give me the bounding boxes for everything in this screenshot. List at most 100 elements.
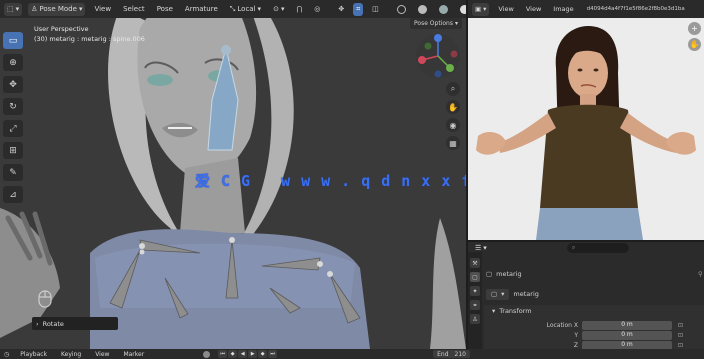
location-y-field[interactable]: 0 m [582, 331, 672, 340]
shading-rendered[interactable] [457, 3, 466, 16]
shading-material[interactable] [436, 3, 451, 16]
playback-controls: ⏮ ◆ ◀ ▶ ◆ ⏭ [218, 350, 278, 358]
clock-icon[interactable]: ◷ [4, 351, 9, 358]
pan-button[interactable]: ✋ [446, 100, 460, 114]
image-editor[interactable]: ▣ ▾ View View Image d4094d4a4f7f1e5f86e2f… [468, 0, 704, 240]
record-icon[interactable] [203, 350, 211, 358]
play-reverse-button[interactable]: ◀ [238, 350, 248, 358]
image-zoom-button[interactable]: + [688, 22, 701, 35]
end-frame-field[interactable]: End 210 [433, 350, 470, 358]
scale-icon: ⤢ [9, 123, 17, 134]
menu-marker[interactable]: Marker [120, 348, 147, 359]
shading-solid-active[interactable] [415, 3, 430, 16]
tab-object[interactable]: ▢ [470, 272, 480, 282]
select-box-tool[interactable]: ▭ [3, 32, 23, 49]
datablock-name[interactable]: metarig [513, 290, 538, 298]
overlay-toggle[interactable]: ⌗ [353, 2, 364, 16]
navigation-gizmo[interactable] [414, 32, 462, 80]
properties-header: ☰ ▾ ⌕ [468, 242, 704, 254]
properties-search-input[interactable]: ⌕ [566, 243, 629, 253]
image-pan-button[interactable]: ✋ [688, 38, 701, 51]
next-key-button[interactable]: ◆ [258, 350, 268, 358]
zoom-icon: + [691, 24, 698, 33]
play-icon: ▶ [250, 351, 255, 357]
menu-select[interactable]: Select [120, 3, 148, 16]
ortho-toggle-button[interactable]: ▦ [446, 136, 460, 150]
menu-pose[interactable]: Pose [154, 3, 176, 16]
tab-constraint[interactable]: ⚭ [470, 300, 480, 310]
play-button[interactable]: ▶ [248, 350, 258, 358]
jump-start-button[interactable]: ⏮ [218, 350, 228, 358]
transform-panel-header[interactable]: ▾ Transform [492, 307, 532, 315]
pose-options-button[interactable]: Pose Options ▾ [410, 18, 462, 29]
perspective-label: User Perspective [34, 25, 89, 33]
last-operator-panel[interactable]: › Rotate [32, 317, 118, 330]
location-z-row: Z 0 m ⊡ [524, 341, 704, 349]
end-value: 210 [454, 350, 466, 358]
lock-icon[interactable]: ⊡ [678, 342, 683, 349]
mode-dropdown[interactable]: ♙ Pose Mode ▾ [28, 2, 86, 16]
object-icon: ▢ [472, 273, 478, 281]
x-axis-handle [418, 56, 426, 64]
transform-space-label: Local [237, 5, 256, 13]
menu-view-2[interactable]: View [523, 3, 544, 16]
editor-type-button[interactable]: ⬚ ▾ [4, 2, 23, 16]
lock-icon[interactable]: ⊡ [678, 322, 683, 329]
properties-editor[interactable]: ☰ ▾ ⌕ ⚒ ▢ ✦ ⚭ ♙ ▢ metarig ⚲ ▢ ▾ metarig ▾ … [468, 242, 704, 349]
tab-data[interactable]: ♙ [470, 314, 480, 324]
solid-icon [417, 4, 427, 14]
image-name-field[interactable]: d4094d4a4f7f1e5f86e2f8b0e3d1ba [587, 6, 685, 12]
menu-armature[interactable]: Armature [182, 3, 221, 16]
material-icon [438, 4, 448, 14]
datablock-selector[interactable]: ▢ ▾ [486, 288, 510, 300]
location-y-label: Y [574, 332, 578, 339]
jump-end-icon: ⏭ [270, 351, 275, 357]
tab-tool[interactable]: ⚒ [470, 258, 480, 268]
menu-view[interactable]: View [495, 3, 516, 16]
menu-view[interactable]: View [91, 3, 114, 16]
pivot-button[interactable]: ⊙ ▾ [270, 3, 287, 16]
proportional-button[interactable]: ◎ [311, 3, 323, 16]
menu-image[interactable]: Image [550, 3, 576, 16]
neg-x-axis-handle [450, 50, 458, 58]
move-tool[interactable]: ✥ [3, 76, 23, 93]
shading-solid[interactable] [394, 3, 409, 16]
neg-y-axis-handle [424, 42, 432, 50]
zoom-button[interactable]: ⌕ [446, 82, 460, 96]
transform-tool[interactable]: ⊞ [3, 142, 23, 159]
move-icon: ✥ [9, 79, 17, 90]
pin-icon[interactable]: ⚲ [698, 270, 703, 278]
jump-end-button[interactable]: ⏭ [268, 350, 278, 358]
z-axis-handle [434, 34, 442, 42]
xray-toggle[interactable]: ◫ [369, 3, 382, 16]
chevron-right-icon: › [36, 319, 39, 328]
editor-type-button[interactable]: ▣ ▾ [472, 2, 490, 16]
scale-tool[interactable]: ⤢ [3, 120, 23, 137]
tab-bone[interactable]: ✦ [470, 286, 480, 296]
location-x-field[interactable]: 0 m [582, 321, 672, 330]
menu-playback[interactable]: Playback [17, 348, 50, 359]
annotate-tool[interactable]: ✎ [3, 164, 23, 181]
object-icon: ▢ [486, 270, 493, 278]
grid-icon: ▦ [449, 138, 457, 148]
gizmo-icon: ✥ [338, 5, 345, 13]
menu-keying[interactable]: Keying [58, 348, 84, 359]
location-y-row: Y 0 m ⊡ [524, 331, 704, 340]
search-icon: ⌕ [571, 244, 576, 251]
rotate-tool[interactable]: ↻ [3, 98, 23, 115]
annotate-icon: ✎ [9, 167, 17, 178]
3d-viewport[interactable]: ⬚ ▾ ♙ Pose Mode ▾ View Select Pose Armature… [0, 0, 466, 349]
snap-button[interactable]: ⋂ [293, 3, 305, 16]
measure-tool[interactable]: ⊿ [3, 186, 23, 203]
object-name-label[interactable]: metarig [496, 270, 521, 278]
transform-space-dropdown[interactable]: ⤡ Local ▾ [227, 3, 264, 16]
menu-view[interactable]: View [92, 348, 112, 359]
object-icon: ▢ [491, 290, 498, 298]
gizmo-toggle[interactable]: ✥ [335, 3, 347, 16]
watermark-text: 爱CG www.qdnxxfb.cn [195, 172, 466, 190]
cursor-tool[interactable]: ⊕ [3, 54, 23, 71]
lock-icon[interactable]: ⊡ [678, 332, 683, 339]
location-z-field[interactable]: 0 m [582, 341, 672, 349]
camera-view-button[interactable]: ◉ [446, 118, 460, 132]
prev-key-button[interactable]: ◆ [228, 350, 238, 358]
